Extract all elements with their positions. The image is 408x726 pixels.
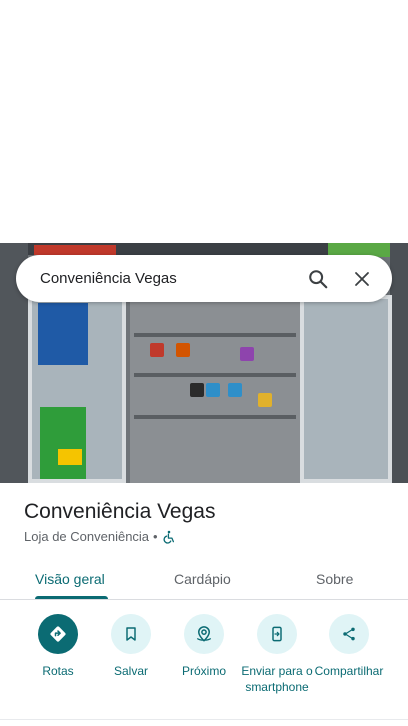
photo-item xyxy=(240,347,254,361)
action-row: Rotas Salvar Próximo Enviar para o smart… xyxy=(0,614,408,714)
photo-poster xyxy=(38,303,88,365)
save-label: Salvar xyxy=(113,664,148,678)
photo-sign xyxy=(34,245,116,255)
photo-item xyxy=(176,343,190,357)
close-button[interactable] xyxy=(340,257,384,301)
search-icon xyxy=(309,269,328,288)
tab-about[interactable]: Sobre xyxy=(316,558,353,600)
send-to-phone-button[interactable]: Enviar para o smartphone xyxy=(237,614,317,695)
place-category: Loja de Conveniência xyxy=(24,529,150,544)
photo-shelf xyxy=(134,333,296,337)
directions-label: Rotas xyxy=(42,664,74,678)
wheelchair-accessible-icon xyxy=(163,530,174,544)
save-button-circle[interactable] xyxy=(111,614,151,654)
share-button[interactable]: Compartilhar xyxy=(309,614,389,679)
directions-button-circle[interactable] xyxy=(38,614,78,654)
send-to-phone-button-circle[interactable] xyxy=(257,614,297,654)
send-to-phone-label: Enviar para o smartphone xyxy=(241,664,313,694)
photo-item xyxy=(206,383,220,397)
separator-dot: • xyxy=(153,529,158,544)
place-title: Conveniência Vegas xyxy=(24,500,216,523)
photo-door xyxy=(300,295,392,483)
search-bar[interactable]: Conveniência Vegas xyxy=(16,255,392,302)
active-tab-indicator xyxy=(35,596,108,599)
place-category-row: Loja de Conveniência • xyxy=(24,529,176,544)
photo-item xyxy=(190,383,204,397)
tab-overview[interactable]: Visão geral xyxy=(35,558,105,600)
share-label: Compartilhar xyxy=(314,664,384,678)
nearby-label: Próximo xyxy=(181,664,226,678)
directions-icon xyxy=(50,626,66,642)
photo-poster xyxy=(40,407,86,479)
nearby-icon xyxy=(196,626,212,642)
photo-item xyxy=(228,383,242,397)
search-button[interactable] xyxy=(296,257,340,301)
bottom-divider xyxy=(0,719,408,720)
photo-shelf xyxy=(134,373,296,377)
directions-button[interactable]: Rotas xyxy=(18,614,98,679)
nearby-button-circle[interactable] xyxy=(184,614,224,654)
save-button[interactable]: Salvar xyxy=(91,614,171,679)
search-input[interactable]: Conveniência Vegas xyxy=(16,270,296,287)
share-icon xyxy=(343,627,355,641)
send-to-phone-icon xyxy=(272,626,282,642)
tab-menu[interactable]: Cardápio xyxy=(174,558,231,600)
bookmark-icon xyxy=(126,627,136,641)
share-button-circle[interactable] xyxy=(329,614,369,654)
close-icon xyxy=(355,271,369,286)
place-tabs: Visão geral Cardápio Sobre xyxy=(0,558,408,600)
nearby-button[interactable]: Próximo xyxy=(164,614,244,679)
photo-item xyxy=(258,393,272,407)
photo-wall xyxy=(390,243,408,483)
photo-shelf xyxy=(134,415,296,419)
photo-item xyxy=(150,343,164,357)
